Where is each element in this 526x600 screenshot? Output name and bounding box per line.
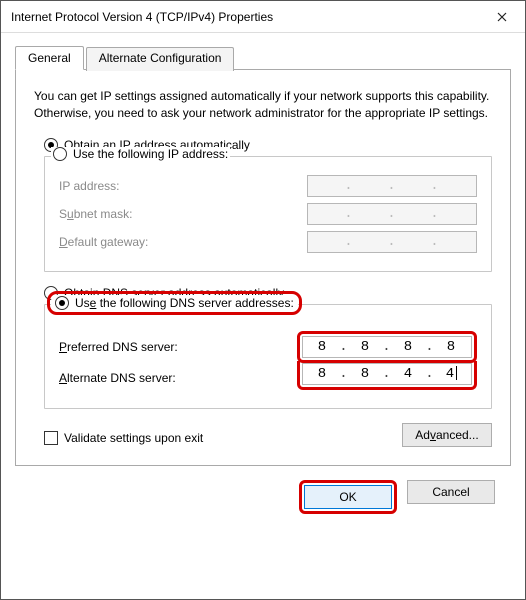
highlight-dns-inputs: 8. 8. 8. 8 xyxy=(297,331,477,363)
radio-dns-manual[interactable] xyxy=(55,296,69,310)
radio-ip-manual[interactable] xyxy=(53,147,67,161)
checkbox-validate-label: Validate settings upon exit xyxy=(64,431,203,445)
window-title: Internet Protocol Version 4 (TCP/IPv4) P… xyxy=(11,10,479,24)
label-alternate-dns: Alternate DNS server: xyxy=(59,371,176,385)
tab-general[interactable]: General xyxy=(15,46,84,70)
groupbox-ip-manual: Use the following IP address: IP address… xyxy=(44,156,492,272)
tab-bar: General Alternate Configuration xyxy=(15,45,511,70)
ok-button[interactable]: OK xyxy=(304,485,392,509)
label-ip-address: IP address: xyxy=(59,179,120,193)
advanced-button[interactable]: Advanced... xyxy=(402,423,492,447)
label-default-gateway: Default gateway: xyxy=(59,235,148,249)
cancel-button[interactable]: Cancel xyxy=(407,480,495,504)
groupbox-dns-manual: Use the following DNS server addresses: … xyxy=(44,304,492,409)
radio-ip-manual-label: Use the following IP address: xyxy=(73,147,228,161)
titlebar: Internet Protocol Version 4 (TCP/IPv4) P… xyxy=(1,1,525,33)
caret-icon xyxy=(456,366,457,380)
highlight-dns-inputs-2: 8. 8. 4. 4 xyxy=(297,361,477,390)
input-ip-address: ... xyxy=(307,175,477,197)
input-subnet-mask: ... xyxy=(307,203,477,225)
highlight-ok: OK xyxy=(299,480,397,514)
checkbox-validate-on-exit[interactable]: Validate settings upon exit xyxy=(44,431,203,445)
input-default-gateway: ... xyxy=(307,231,477,253)
label-preferred-dns: Preferred DNS server: xyxy=(59,340,178,354)
radio-dns-manual-label: Use the following DNS server addresses: xyxy=(75,296,294,310)
dialog-footer: OK Cancel xyxy=(15,466,511,514)
tab-alternate[interactable]: Alternate Configuration xyxy=(86,47,235,71)
close-icon[interactable] xyxy=(479,1,525,33)
label-subnet-mask: Subnet mask: xyxy=(59,207,132,221)
description-text: You can get IP settings assigned automat… xyxy=(34,88,492,122)
checkbox-icon xyxy=(44,431,58,445)
input-preferred-dns[interactable]: 8. 8. 8. 8 xyxy=(302,336,472,358)
input-alternate-dns[interactable]: 8. 8. 4. 4 xyxy=(302,363,472,385)
general-panel: You can get IP settings assigned automat… xyxy=(15,70,511,466)
